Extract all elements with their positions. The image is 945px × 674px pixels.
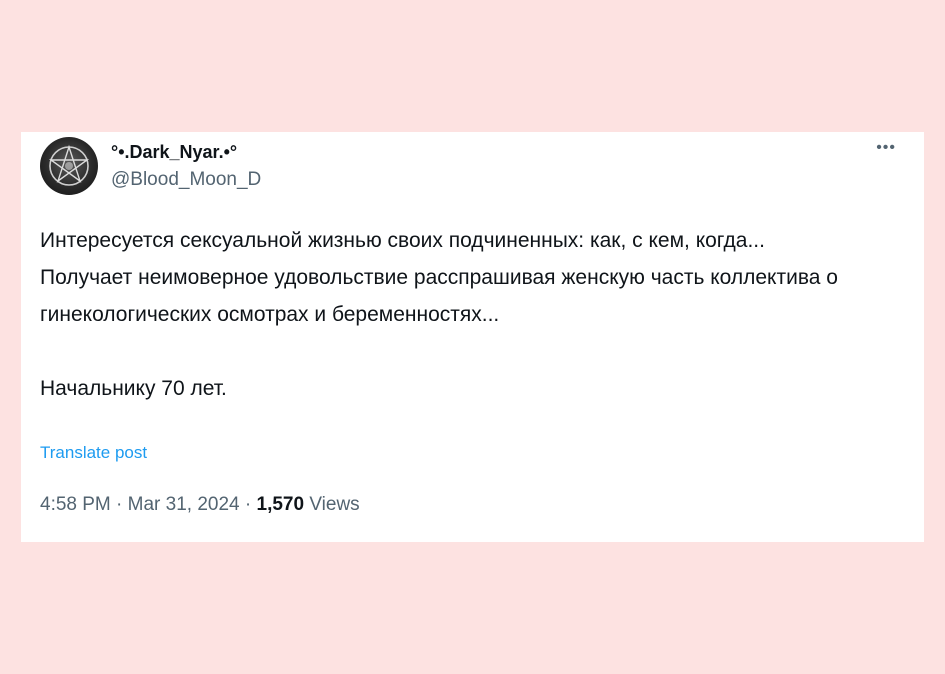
- display-name[interactable]: °•.Dark_Nyar.•°: [111, 142, 237, 163]
- tweet-card: °•.Dark_Nyar.•° @Blood_Moon_D ••• Интере…: [21, 132, 924, 542]
- pentagram-icon: [48, 144, 90, 186]
- tweet-text-line: Интересуется сексуальной жизнью своих по…: [40, 229, 765, 252]
- tweet-text-line: Начальнику 70 лет.: [40, 377, 227, 400]
- separator: ·: [116, 494, 123, 515]
- tweet-time[interactable]: 4:58 PM: [40, 494, 111, 515]
- translate-post-link[interactable]: Translate post: [40, 443, 147, 463]
- more-icon[interactable]: •••: [876, 138, 896, 158]
- user-handle[interactable]: @Blood_Moon_D: [111, 169, 261, 191]
- tweet-meta: 4:58 PM · Mar 31, 2024 · 1,570 Views: [40, 494, 360, 516]
- views-count: 1,570: [256, 494, 305, 515]
- tweet-text: Интересуется сексуальной жизнью своих по…: [40, 222, 900, 407]
- avatar[interactable]: [40, 137, 98, 195]
- tweet-date[interactable]: Mar 31, 2024: [128, 494, 240, 515]
- views-label: Views: [309, 494, 360, 515]
- tweet-text-line: Получает неимоверное удовольствие расспр…: [40, 266, 838, 326]
- separator: ·: [244, 494, 252, 515]
